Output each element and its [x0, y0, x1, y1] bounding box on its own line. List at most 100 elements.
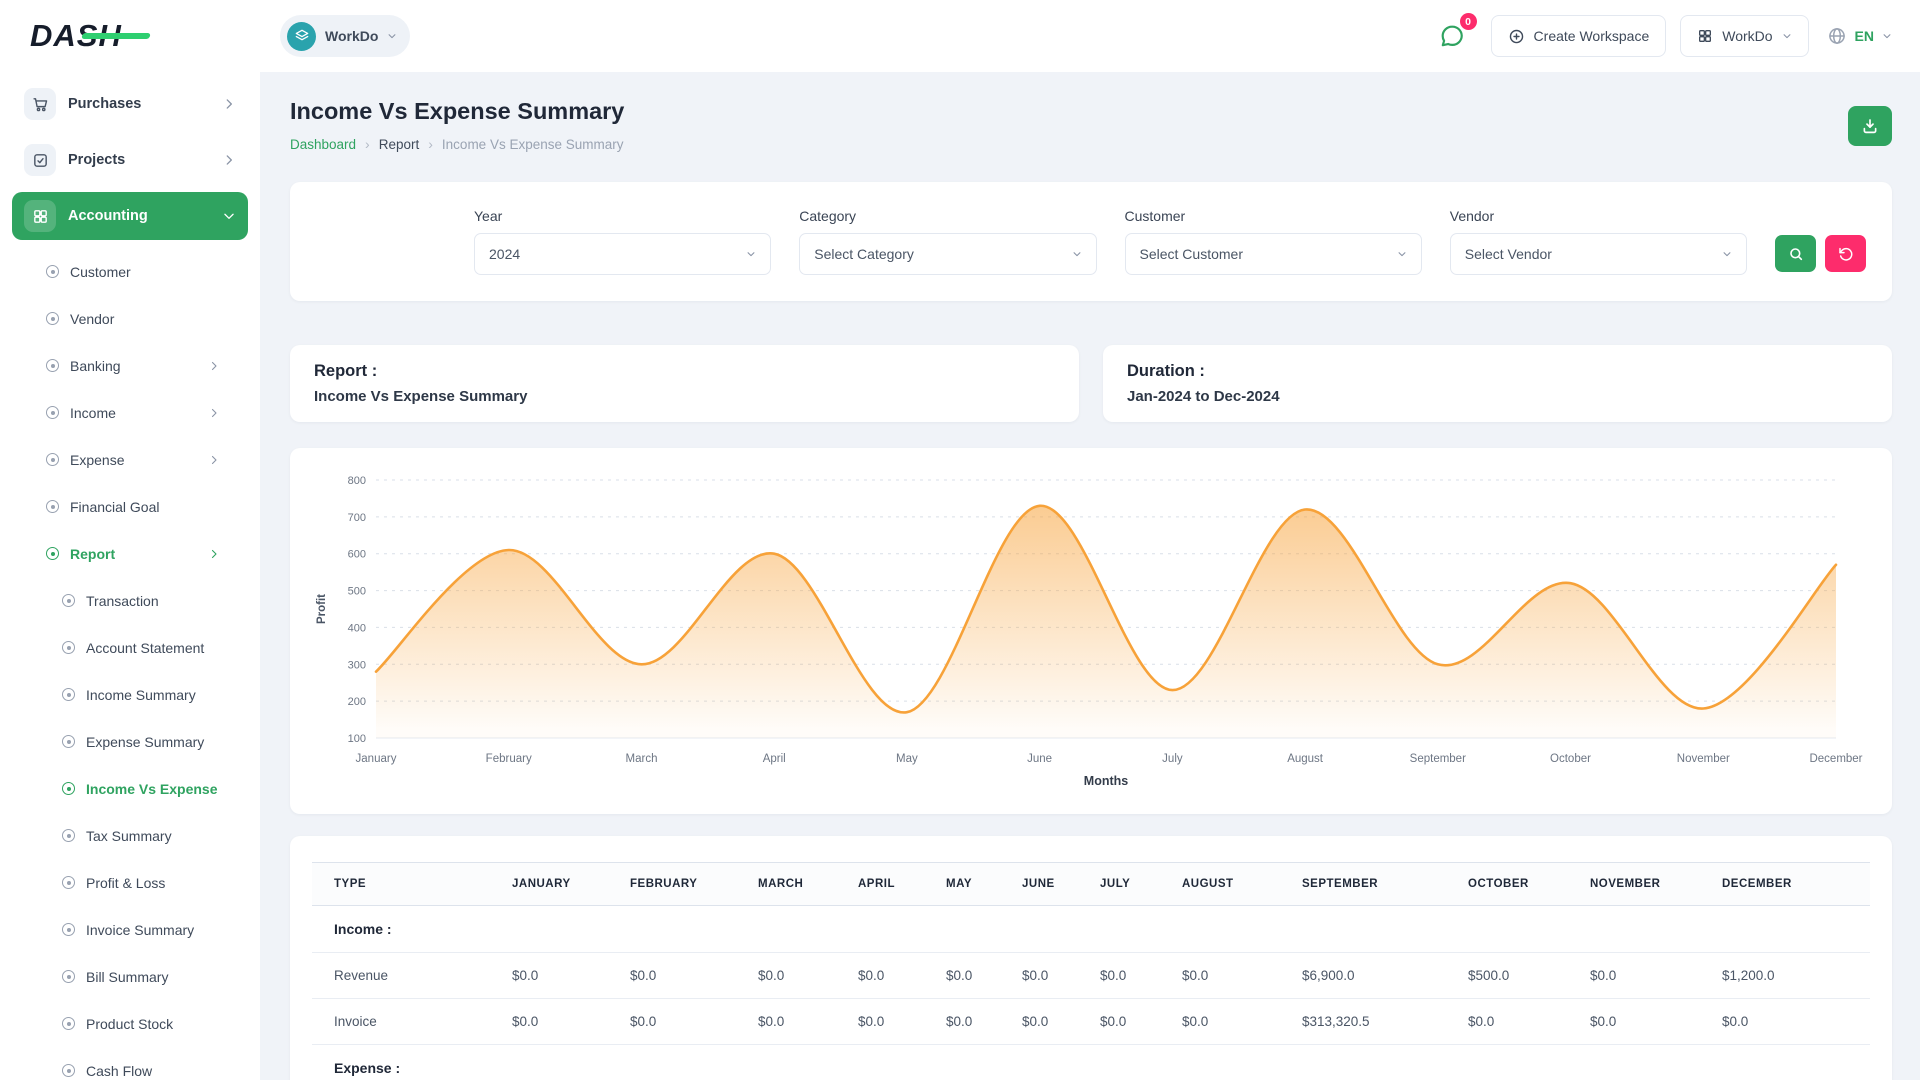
dot-circle-icon [46, 312, 59, 325]
sidebar-item-transaction[interactable]: Transaction [0, 577, 260, 624]
cart-icon-glyph [32, 96, 49, 113]
cell-value: $1,200.0 [1712, 953, 1870, 999]
workdo-menu-button[interactable]: WorkDo [1680, 15, 1808, 57]
cell-value: $0.0 [1172, 999, 1292, 1045]
workspace-selector[interactable]: WorkDo [280, 15, 410, 57]
sidebar-item-tax-summary[interactable]: Tax Summary [0, 812, 260, 859]
chevron-right-icon [222, 97, 236, 111]
svg-text:600: 600 [348, 549, 366, 561]
breadcrumb-item[interactable]: Dashboard [290, 137, 356, 152]
reset-button[interactable] [1825, 235, 1866, 272]
column-header-june: JUNE [1012, 863, 1090, 906]
sidebar-item-cash-flow[interactable]: Cash Flow [0, 1047, 260, 1080]
dot-circle-icon [46, 453, 59, 466]
sidebar-item-banking[interactable]: Banking [0, 342, 260, 389]
category-select[interactable]: Select Category [799, 233, 1096, 275]
svg-text:300: 300 [348, 659, 366, 671]
sidebar-item-invoice-summary[interactable]: Invoice Summary [0, 906, 260, 953]
filter-card: Year 2024 CategorySelect Category Customer S… [290, 182, 1892, 301]
app-logo[interactable]: DASH [30, 18, 256, 54]
chevron-down-icon [1072, 249, 1082, 259]
filter-actions [1775, 235, 1866, 272]
breadcrumb-item: Income Vs Expense Summary [442, 137, 624, 152]
sidebar-item-label: Income Vs Expense [86, 781, 218, 797]
create-workspace-label: Create Workspace [1534, 28, 1650, 44]
sidebar-item-label: Accounting [68, 208, 148, 224]
breadcrumb-separator: › [365, 136, 370, 152]
cell-value: $0.0 [936, 999, 1012, 1045]
chevron-right-icon [208, 360, 220, 372]
dot-circle-icon [62, 782, 75, 795]
layers-icon [294, 28, 310, 44]
svg-text:700: 700 [348, 512, 366, 524]
dot-circle-icon [46, 547, 59, 560]
cell-value: $0.0 [748, 953, 848, 999]
year-select[interactable]: 2024 [474, 233, 771, 275]
summary-row: Report :Income Vs Expense SummaryDuratio… [290, 345, 1892, 422]
sidebar-item-product-stock[interactable]: Product Stock [0, 1000, 260, 1047]
sidebar-item-customer[interactable]: Customer [0, 248, 260, 295]
chevron-right-icon [208, 548, 220, 560]
breadcrumb: Dashboard›Report›Income Vs Expense Summa… [290, 136, 624, 152]
sidebar-item-label: Transaction [86, 593, 159, 609]
vendor-select[interactable]: Select Vendor [1450, 233, 1747, 275]
report-table: TYPEJANUARYFEBRUARYMARCHAPRILMAYJUNEJULY… [312, 862, 1870, 1080]
cell-value: $0.0 [1580, 953, 1712, 999]
sidebar-item-expense[interactable]: Expense [0, 436, 260, 483]
sidebar-item-projects[interactable]: Projects [12, 136, 248, 184]
sidebar-item-purchases[interactable]: Purchases [12, 80, 248, 128]
income-vs-expense-chart: 100200300400500600700800ProfitMonthsJanu… [310, 466, 1872, 796]
customer-select[interactable]: Select Customer [1125, 233, 1422, 275]
create-workspace-button[interactable]: Create Workspace [1491, 15, 1667, 57]
section-label: Expense : [312, 1045, 1870, 1080]
sidebar-item-account-statement[interactable]: Account Statement [0, 624, 260, 671]
search-button[interactable] [1775, 235, 1816, 272]
download-icon [1861, 117, 1879, 135]
sidebar-item-report[interactable]: Report [0, 530, 260, 577]
sidebar-item-expense-summary[interactable]: Expense Summary [0, 718, 260, 765]
summary-label: Report : [314, 362, 1055, 381]
sidebar: Purchases Projects Accounting Customer Vendo… [0, 72, 260, 1080]
cell-value: $0.0 [1090, 999, 1172, 1045]
sidebar-item-income-vs-expense[interactable]: Income Vs Expense [0, 765, 260, 812]
sidebar-item-financial-goal[interactable]: Financial Goal [0, 483, 260, 530]
cell-value: $0.0 [1012, 999, 1090, 1045]
filter-field-category: CategorySelect Category [799, 208, 1096, 275]
field-label: Year [474, 208, 771, 224]
svg-text:100: 100 [348, 733, 366, 745]
search-icon [1788, 246, 1804, 262]
topbar: DASH WorkDo 0 Create Workspace WorkDo EN [0, 0, 1920, 72]
field-label: Vendor [1450, 208, 1747, 224]
sidebar-item-label: Vendor [70, 311, 114, 327]
sidebar-item-accounting[interactable]: Accounting [12, 192, 248, 240]
svg-text:500: 500 [348, 586, 366, 598]
sidebar-item-income-summary[interactable]: Income Summary [0, 671, 260, 718]
column-header-august: AUGUST [1172, 863, 1292, 906]
cell-value: $0.0 [1458, 999, 1580, 1045]
sidebar-item-income[interactable]: Income [0, 389, 260, 436]
cell-value: $0.0 [1580, 999, 1712, 1045]
sidebar-item-bill-summary[interactable]: Bill Summary [0, 953, 260, 1000]
field-label: Customer [1125, 208, 1422, 224]
dot-circle-icon [46, 265, 59, 278]
messages-button[interactable]: 0 [1437, 21, 1467, 51]
svg-text:June: June [1027, 753, 1052, 765]
cart-icon [24, 88, 56, 120]
dot-circle-icon [62, 688, 75, 701]
download-button[interactable] [1848, 106, 1892, 146]
chart-card: 100200300400500600700800ProfitMonthsJanu… [290, 448, 1892, 814]
chevron-right-icon [222, 153, 236, 167]
sidebar-item-label: Expense Summary [86, 734, 204, 750]
svg-text:February: February [486, 753, 532, 765]
dot-circle-icon [62, 970, 75, 983]
summary-value: Jan-2024 to Dec-2024 [1127, 388, 1868, 405]
language-selector[interactable]: EN [1823, 26, 1892, 46]
sidebar-item-profit-loss[interactable]: Profit & Loss [0, 859, 260, 906]
chat-icon [1439, 23, 1465, 49]
svg-text:July: July [1162, 753, 1183, 765]
page-title: Income Vs Expense Summary [290, 98, 624, 125]
sidebar-item-vendor[interactable]: Vendor [0, 295, 260, 342]
globe-icon [1827, 26, 1847, 46]
sidebar-item-label: Profit & Loss [86, 875, 165, 891]
sidebar-item-label: Income [70, 405, 116, 421]
